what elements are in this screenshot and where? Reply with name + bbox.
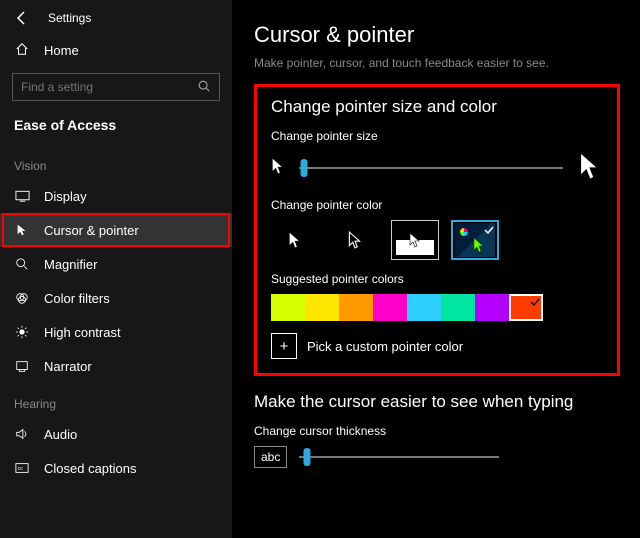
color-filters-icon bbox=[14, 290, 30, 306]
group-hearing-label: Hearing bbox=[0, 383, 232, 417]
cursor-pointer-icon bbox=[14, 222, 30, 238]
color-swatch[interactable] bbox=[509, 294, 543, 321]
search-input-wrap[interactable] bbox=[12, 73, 220, 101]
plus-icon: + bbox=[280, 338, 289, 355]
color-swatch[interactable] bbox=[305, 294, 339, 321]
audio-icon bbox=[14, 426, 30, 442]
color-swatch[interactable] bbox=[373, 294, 407, 321]
display-icon bbox=[14, 188, 30, 204]
magnifier-icon bbox=[14, 256, 30, 272]
sidebar-item-magnifier[interactable]: Magnifier bbox=[0, 247, 232, 281]
swatch-row bbox=[271, 294, 603, 321]
color-swatch[interactable] bbox=[475, 294, 509, 321]
sidebar-item-label: High contrast bbox=[44, 325, 121, 340]
sidebar-item-closed-captions[interactable]: cc Closed captions bbox=[0, 451, 232, 485]
pointer-color-inverted[interactable] bbox=[391, 220, 439, 260]
narrator-icon bbox=[14, 358, 30, 374]
pointer-small-icon bbox=[271, 157, 285, 178]
page-subtitle: Make pointer, cursor, and touch feedback… bbox=[254, 56, 620, 70]
window-title: Settings bbox=[48, 11, 91, 25]
sidebar-item-audio[interactable]: Audio bbox=[0, 417, 232, 451]
sidebar-item-label: Audio bbox=[44, 427, 77, 442]
sidebar-item-label: Color filters bbox=[44, 291, 110, 306]
sidebar-item-display[interactable]: Display bbox=[0, 179, 232, 213]
pointer-color-label: Change pointer color bbox=[271, 198, 603, 212]
suggested-colors-label: Suggested pointer colors bbox=[271, 272, 603, 286]
group-vision-label: Vision bbox=[0, 145, 232, 179]
sidebar-item-narrator[interactable]: Narrator bbox=[0, 349, 232, 383]
pointer-color-white[interactable] bbox=[271, 220, 319, 260]
closed-captions-icon: cc bbox=[14, 460, 30, 476]
sidebar: Settings Home Ease of Access Vision Disp… bbox=[0, 0, 232, 538]
sidebar-item-label: Cursor & pointer bbox=[44, 223, 139, 238]
section-cursor-heading: Make the cursor easier to see when typin… bbox=[254, 392, 620, 412]
back-icon[interactable] bbox=[14, 10, 30, 26]
home-icon bbox=[14, 42, 30, 59]
section-size-color-heading: Change pointer size and color bbox=[271, 97, 603, 117]
sidebar-item-high-contrast[interactable]: High contrast bbox=[0, 315, 232, 349]
slider-thumb[interactable] bbox=[301, 159, 308, 177]
pointer-color-black[interactable] bbox=[331, 220, 379, 260]
pointer-size-label: Change pointer size bbox=[271, 129, 603, 143]
cursor-thickness-label: Change cursor thickness bbox=[254, 424, 620, 438]
home-label: Home bbox=[44, 43, 79, 58]
search-icon bbox=[197, 79, 211, 96]
checkmark-icon bbox=[483, 224, 495, 236]
sidebar-item-label: Display bbox=[44, 189, 87, 204]
color-swatch[interactable] bbox=[441, 294, 475, 321]
custom-color-label: Pick a custom pointer color bbox=[307, 339, 463, 354]
sidebar-item-label: Magnifier bbox=[44, 257, 97, 272]
cursor-thickness-slider[interactable] bbox=[299, 456, 499, 458]
high-contrast-icon bbox=[14, 324, 30, 340]
sidebar-item-color-filters[interactable]: Color filters bbox=[0, 281, 232, 315]
pick-custom-color-button[interactable]: + bbox=[271, 333, 297, 359]
checkmark-icon bbox=[530, 297, 540, 307]
cursor-thickness-preview: abc bbox=[254, 446, 287, 468]
color-swatch[interactable] bbox=[339, 294, 373, 321]
highlighted-section: Change pointer size and color Change poi… bbox=[254, 84, 620, 376]
slider-thumb[interactable] bbox=[304, 448, 311, 466]
home-link[interactable]: Home bbox=[0, 34, 232, 67]
color-swatch[interactable] bbox=[271, 294, 305, 321]
category-title: Ease of Access bbox=[0, 111, 232, 145]
page-title: Cursor & pointer bbox=[254, 22, 620, 48]
sidebar-item-cursor-pointer[interactable]: Cursor & pointer bbox=[0, 213, 232, 247]
search-input[interactable] bbox=[21, 80, 197, 94]
main-content: Cursor & pointer Make pointer, cursor, a… bbox=[232, 0, 640, 538]
pointer-large-icon bbox=[577, 151, 603, 184]
pointer-color-custom[interactable] bbox=[451, 220, 499, 260]
color-swatch[interactable] bbox=[407, 294, 441, 321]
sidebar-item-label: Narrator bbox=[44, 359, 92, 374]
sidebar-item-label: Closed captions bbox=[44, 461, 137, 476]
pointer-size-slider[interactable] bbox=[299, 167, 563, 169]
svg-text:cc: cc bbox=[18, 466, 24, 472]
